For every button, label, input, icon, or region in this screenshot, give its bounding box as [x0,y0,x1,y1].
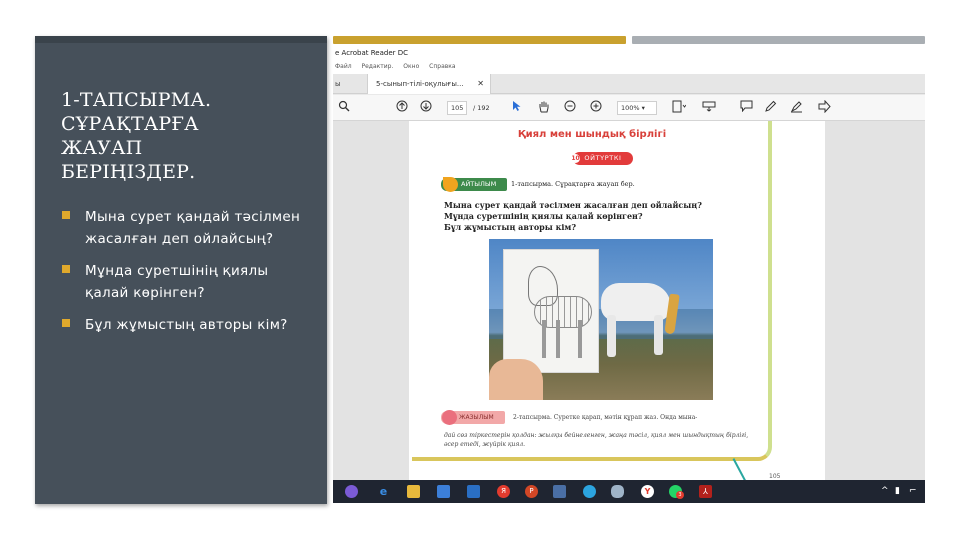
task2-text: 2-тапсырма. Суретке қарап, мәтін құрап ж… [513,414,698,421]
page-number: 105 [769,473,781,480]
panel-top-bar [35,36,327,43]
horse-sketch-photo [489,239,713,400]
mail-icon[interactable] [467,485,480,498]
keyboard-icon[interactable] [701,100,717,116]
sketch-horse-leg [578,320,582,358]
photo-horse-leg [654,315,663,355]
yandex-icon[interactable]: Я [497,485,510,498]
zoom-in-icon[interactable] [589,100,603,116]
bullet-item: Бұл жұмыстың авторы кім? [62,314,312,336]
page-total: / 192 [473,104,490,112]
bullet-square-icon [62,265,70,273]
pen-icon[interactable] [763,100,777,116]
sign-icon[interactable] [817,99,831,116]
leaf-icon [443,177,458,192]
tab-document[interactable]: 5-сынып-тілі-оқулығы... ✕ [367,74,491,94]
sketch-horse-leg [542,320,546,358]
slide-title-line: 1-ТАПСЫРМА. [61,89,212,111]
slide-title: 1-ТАПСЫРМА. СҰРАҚТАРҒА ЖАУАП БЕРІҢІЗДЕР. [61,88,311,184]
bullet-item: Мына сурет қандай тәсілмен жасалған деп … [62,206,312,250]
chevron-down-icon: ▾ [641,104,645,112]
tab-document-label: 5-сынып-тілі-оқулығы... [376,80,464,88]
page-down-icon[interactable] [419,100,433,116]
book-title: Қиял мен шындық бірлігі [517,129,667,140]
telegram-icon[interactable] [583,485,596,498]
tray-chevron-icon[interactable]: ^ [881,484,889,499]
bullet-text: Мына сурет қандай тәсілмен жасалған деп … [85,209,301,247]
highlight-icon[interactable] [789,100,803,116]
menu-item-edit[interactable]: Редактир. [362,63,394,70]
bullet-item: Мұнда суретшінің қиялы қалай көрінген? [62,260,312,304]
close-icon[interactable]: ✕ [477,74,484,94]
store-icon[interactable] [437,485,450,498]
menu-bar: Файл Редактир. Окно Справка [333,60,925,74]
lesson-badge: ОЙТҮРТКІ [573,152,633,165]
zoom-value: 100% [621,104,640,112]
accent-bar-gray [632,36,925,44]
menu-item-help[interactable]: Справка [429,63,455,70]
zoom-out-icon[interactable] [563,100,577,116]
edge-icon[interactable]: e [377,485,390,498]
questions: Мына сурет қандай тәсілмен жасалған деп … [444,200,764,233]
tab-bar: ы 5-сынып-тілі-оқулығы... ✕ [333,74,925,94]
file-explorer-icon[interactable] [407,485,420,498]
task2-continuation: дай сөз тіркестерін қолдан: жылқы бейнел… [444,432,749,448]
slide-title-line: БЕРІҢІЗДЕР. [61,161,196,183]
comment-icon[interactable] [739,100,753,116]
tab-home[interactable]: ы [333,74,361,94]
hand-icon[interactable] [537,100,551,116]
page-up-icon[interactable] [395,100,409,116]
acrobat-screenshot: e Acrobat Reader DC Файл Редактир. Окно … [333,46,925,503]
bullet-list: Мына сурет қандай тәсілмен жасалған деп … [62,206,312,346]
acrobat-icon[interactable]: ⅄ [699,485,712,498]
question-line: Мұнда суретшінің қиялы қалай көрінген? [444,211,643,221]
lesson-number: 10 [571,154,580,163]
speaking-badge-label: АЙТЫЛЫМ [461,180,497,188]
search-icon[interactable] [337,100,351,116]
sketch-horse-leg [556,320,560,358]
writing-badge-label: ЖАЗЫЛЫМ [459,414,494,421]
fit-page-icon[interactable] [671,100,687,116]
task1-label: 1-тапсырма. Сұрақтарға жауап бер. [511,180,635,188]
question-line: Бұл жұмыстың авторы кім? [444,222,577,232]
slide-title-line: ЖАУАП [61,137,143,159]
network-icon[interactable]: ⌐ [909,484,917,499]
writing-badge: ЖАЗЫЛЫМ [441,410,505,425]
select-arrow-icon[interactable] [511,100,523,116]
menu-item-file[interactable]: Файл [335,63,352,70]
bullet-square-icon [62,319,70,327]
notification-badge: 3 [676,491,684,499]
yandex-browser-icon[interactable]: Y [641,485,654,498]
slide: 1-ТАПСЫРМА. СҰРАҚТАРҒА ЖАУАП БЕРІҢІЗДЕР.… [0,0,960,540]
powerpoint-icon[interactable]: P [525,485,538,498]
battery-icon[interactable]: ▮ [895,484,900,499]
menu-item-window[interactable]: Окно [403,63,419,70]
windows-taskbar: e Я P Y 3 ⅄ ^ ▮ ⌐ [333,480,925,503]
app-title-bar: e Acrobat Reader DC [333,46,925,60]
question-line: Мына сурет қандай тәсілмен жасалған деп … [444,200,702,210]
toolbar: 105 / 192 100% ▾ [333,95,925,121]
accent-bar-gold [333,36,626,44]
speaking-badge: АЙТЫЛЫМ [441,177,507,192]
bullet-square-icon [62,211,70,219]
whatsapp-icon[interactable]: 3 [669,485,684,499]
zoom-select[interactable]: 100% ▾ [617,101,657,115]
bullet-text: Бұл жұмыстың авторы кім? [85,317,288,333]
writing-icon [442,410,457,425]
photo-sketch-paper [503,249,599,373]
slide-title-line: СҰРАҚТАРҒА [61,113,199,135]
page-number-input[interactable]: 105 [447,101,467,115]
document-view[interactable]: Қиял мен шындық бірлігі ОЙТҮРТКІ 10 АЙТЫ… [333,121,925,484]
photo-hand [489,359,543,400]
bullet-text: Мұнда суретшінің қиялы қалай көрінген? [85,263,269,301]
photos-icon[interactable] [553,485,566,498]
cortana-icon[interactable] [345,485,358,498]
cloud-icon[interactable] [611,485,624,498]
photo-horse-leg [607,315,616,357]
book-page: Қиял мен шындық бірлігі ОЙТҮРТКІ 10 АЙТЫ… [409,121,825,484]
